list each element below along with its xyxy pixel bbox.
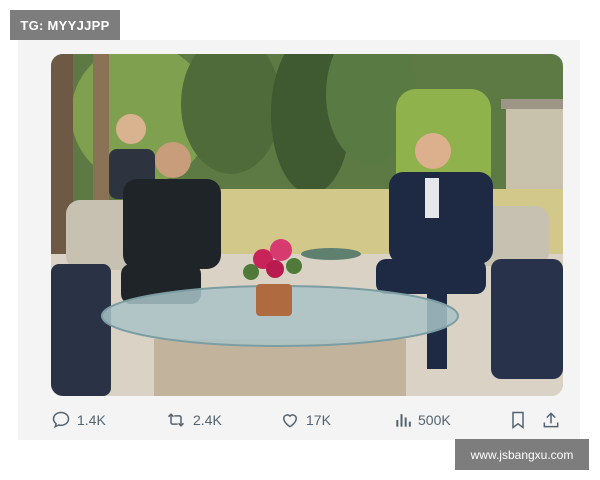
reply-count: 1.4K [77, 412, 106, 428]
heart-icon [282, 414, 298, 428]
bookmark-button[interactable] [506, 406, 530, 434]
post-actions-bar: 1.4K 2.4K 17K 500K [51, 406, 563, 434]
post-card: 1.4K 2.4K 17K 500K [18, 40, 580, 440]
repost-button[interactable]: 2.4K [165, 406, 222, 434]
share-button[interactable] [539, 406, 563, 434]
comment-icon [52, 411, 70, 429]
post-photo[interactable] [51, 54, 563, 396]
share-icon [543, 412, 559, 428]
like-count: 17K [306, 412, 331, 428]
reply-button[interactable]: 1.4K [51, 406, 106, 434]
views-count: 500K [418, 412, 451, 428]
photo-illustration [51, 54, 563, 396]
bookmark-icon [512, 411, 524, 429]
views-button[interactable]: 500K [394, 406, 451, 434]
watermark-bottom-right: www.jsbangxu.com [455, 439, 589, 470]
repost-icon [167, 413, 185, 427]
like-button[interactable]: 17K [280, 406, 331, 434]
watermark-top-left: TG: MYYJJPP [10, 10, 120, 40]
repost-count: 2.4K [193, 412, 222, 428]
bar-chart-icon [396, 414, 411, 427]
